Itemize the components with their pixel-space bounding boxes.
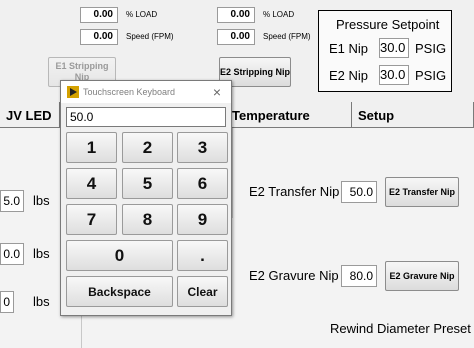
left-field-1-unit: lbs xyxy=(33,193,50,208)
tab-temperature[interactable]: Temperature xyxy=(226,102,352,128)
key-9[interactable]: 9 xyxy=(177,204,228,235)
key-7[interactable]: 7 xyxy=(66,204,117,235)
e1-load-value: 0.00 xyxy=(80,7,118,23)
left-field-3[interactable]: 0 xyxy=(0,291,14,313)
e2-load-unit: % LOAD xyxy=(263,10,295,19)
close-icon[interactable]: × xyxy=(213,84,221,100)
key-decimal[interactable]: . xyxy=(177,240,228,271)
pressure-setpoint-title: Pressure Setpoint xyxy=(336,17,440,32)
e2-gravure-nip-label: E2 Gravure Nip xyxy=(249,268,339,283)
keyboard-title: Touchscreen Keyboard xyxy=(83,87,176,97)
e2-gravure-nip-button[interactable]: E2 Gravure Nip xyxy=(385,261,459,291)
key-2[interactable]: 2 xyxy=(122,132,173,163)
e2-nip-unit: PSIG xyxy=(415,68,447,83)
keyboard-title-bar[interactable]: Touchscreen Keyboard × xyxy=(61,81,231,103)
app-icon xyxy=(67,86,79,98)
e2-gravure-nip-field[interactable]: 80.0 xyxy=(341,265,377,287)
e2-nip-label: E2 Nip xyxy=(329,68,369,83)
e1-nip-unit: PSIG xyxy=(415,41,447,56)
pressure-setpoint-panel: Pressure Setpoint E1 Nip 30.0 PSIG E2 Ni… xyxy=(318,10,452,92)
e2-transfer-nip-button[interactable]: E2 Transfer Nip xyxy=(385,177,459,207)
key-1[interactable]: 1 xyxy=(66,132,117,163)
key-3[interactable]: 3 xyxy=(177,132,228,163)
left-field-2[interactable]: 0.0 xyxy=(0,243,24,265)
left-field-1[interactable]: 5.0 xyxy=(0,190,24,212)
touchscreen-keyboard-dialog: Touchscreen Keyboard × 50.0 1 2 3 4 5 6 … xyxy=(60,80,232,316)
e2-nip-setpoint-field[interactable]: 30.0 xyxy=(379,65,409,85)
e1-load-unit: % LOAD xyxy=(126,10,158,19)
e1-nip-label: E1 Nip xyxy=(329,41,369,56)
rewind-diameter-preset-label: Rewind Diameter Preset xyxy=(330,321,471,336)
keyboard-display[interactable]: 50.0 xyxy=(66,107,226,127)
key-6[interactable]: 6 xyxy=(177,168,228,199)
tab-setup[interactable]: Setup xyxy=(352,102,474,128)
e2-load-value: 0.00 xyxy=(217,7,255,23)
tab-uv-led[interactable]: JV LED xyxy=(0,102,60,128)
key-4[interactable]: 4 xyxy=(66,168,117,199)
e2-speed-unit: Speed (FPM) xyxy=(263,32,311,41)
clear-button[interactable]: Clear xyxy=(177,276,228,307)
left-field-2-unit: lbs xyxy=(33,246,50,261)
panel-divider xyxy=(232,128,233,218)
e1-speed-unit: Speed (FPM) xyxy=(126,32,174,41)
e1-nip-setpoint-field[interactable]: 30.0 xyxy=(379,38,409,58)
key-8[interactable]: 8 xyxy=(122,204,173,235)
e2-transfer-nip-field[interactable]: 50.0 xyxy=(341,181,377,203)
key-0[interactable]: 0 xyxy=(66,240,173,271)
e2-speed-value: 0.00 xyxy=(217,29,255,45)
e1-speed-value: 0.00 xyxy=(80,29,118,45)
key-5[interactable]: 5 xyxy=(122,168,173,199)
backspace-button[interactable]: Backspace xyxy=(66,276,173,307)
left-field-3-unit: lbs xyxy=(33,294,50,309)
e2-transfer-nip-label: E2 Transfer Nip xyxy=(249,184,340,199)
